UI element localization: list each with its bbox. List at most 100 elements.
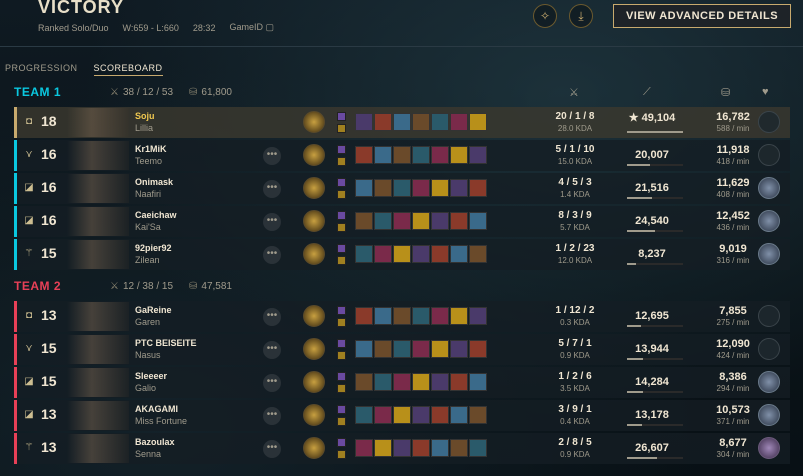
player-name[interactable]: GaReine xyxy=(135,305,172,315)
item-icon[interactable] xyxy=(469,146,487,164)
honor-badge-icon[interactable] xyxy=(758,111,780,133)
item-icon[interactable] xyxy=(450,179,468,197)
item-icon[interactable] xyxy=(355,340,373,358)
more-options-button[interactable]: ••• xyxy=(263,407,281,425)
item-icon[interactable] xyxy=(469,113,487,131)
item-icon[interactable] xyxy=(431,113,449,131)
download-icon[interactable]: ⤓ xyxy=(569,4,593,28)
item-icon[interactable] xyxy=(374,146,392,164)
honor-badge-icon[interactable] xyxy=(758,305,780,327)
player-row[interactable]: ⋎ 16 Kr1MiK Teemo ••• 5 / 1 / 10 15.0 KDA 20,00… xyxy=(14,140,790,171)
player-name[interactable]: Onimask xyxy=(135,177,173,187)
item-icon[interactable] xyxy=(431,307,449,325)
tab-scoreboard[interactable]: SCOREBOARD xyxy=(93,63,163,76)
item-icon[interactable] xyxy=(450,373,468,391)
item-icon[interactable] xyxy=(374,406,392,424)
more-options-button[interactable]: ••• xyxy=(263,374,281,392)
item-icon[interactable] xyxy=(412,113,430,131)
player-row[interactable]: ◪ 15 Sleeeer Galio ••• 1 / 2 / 6 3.5 KDA 14,284… xyxy=(14,367,790,398)
item-icon[interactable] xyxy=(412,212,430,230)
item-icon[interactable] xyxy=(355,439,373,457)
more-options-button[interactable]: ••• xyxy=(263,440,281,458)
item-icon[interactable] xyxy=(393,406,411,424)
item-icon[interactable] xyxy=(469,212,487,230)
item-icon[interactable] xyxy=(431,245,449,263)
player-name[interactable]: Sleeeer xyxy=(135,371,167,381)
item-icon[interactable] xyxy=(393,179,411,197)
player-name[interactable]: 92pier92 xyxy=(135,243,172,253)
item-icon[interactable] xyxy=(469,245,487,263)
item-icon[interactable] xyxy=(431,340,449,358)
item-icon[interactable] xyxy=(431,406,449,424)
item-icon[interactable] xyxy=(393,439,411,457)
player-row[interactable]: ⚚ 15 92pier92 Zilean ••• 1 / 2 / 23 12.0 KDA 8,… xyxy=(14,239,790,270)
item-icon[interactable] xyxy=(450,212,468,230)
item-icon[interactable] xyxy=(412,245,430,263)
item-icon[interactable] xyxy=(374,245,392,263)
more-options-button[interactable]: ••• xyxy=(263,147,281,165)
item-icon[interactable] xyxy=(412,179,430,197)
item-icon[interactable] xyxy=(393,307,411,325)
game-id-button[interactable]: GameID ▢ xyxy=(229,22,274,33)
item-icon[interactable] xyxy=(374,212,392,230)
item-icon[interactable] xyxy=(393,373,411,391)
item-icon[interactable] xyxy=(469,373,487,391)
replay-icon[interactable]: ✧ xyxy=(533,4,557,28)
item-icon[interactable] xyxy=(393,245,411,263)
item-icon[interactable] xyxy=(374,113,392,131)
item-icon[interactable] xyxy=(412,406,430,424)
item-icon[interactable] xyxy=(450,439,468,457)
item-icon[interactable] xyxy=(355,212,373,230)
item-icon[interactable] xyxy=(355,113,373,131)
player-row[interactable]: ◘ 13 GaReine Garen ••• 1 / 12 / 2 0.3 KDA 12,69… xyxy=(14,301,790,332)
item-icon[interactable] xyxy=(469,340,487,358)
item-icon[interactable] xyxy=(412,307,430,325)
honor-badge-icon[interactable] xyxy=(758,243,780,265)
player-name[interactable]: Kr1MiK xyxy=(135,144,167,154)
honor-badge-icon[interactable] xyxy=(758,338,780,360)
item-icon[interactable] xyxy=(355,146,373,164)
item-icon[interactable] xyxy=(393,113,411,131)
item-icon[interactable] xyxy=(450,307,468,325)
item-icon[interactable] xyxy=(431,146,449,164)
item-icon[interactable] xyxy=(374,179,392,197)
honor-badge-icon[interactable] xyxy=(758,371,780,393)
item-icon[interactable] xyxy=(374,340,392,358)
player-row[interactable]: ◪ 13 AKAGAMI Miss Fortune ••• 3 / 9 / 1 0.4 KD… xyxy=(14,400,790,431)
player-name[interactable]: Bazoulax xyxy=(135,437,175,447)
honor-badge-icon[interactable] xyxy=(758,177,780,199)
item-icon[interactable] xyxy=(355,373,373,391)
item-icon[interactable] xyxy=(412,439,430,457)
player-row[interactable]: ◪ 16 Onimask Naafiri ••• 4 / 5 / 3 1.4 KDA 21,5… xyxy=(14,173,790,204)
item-icon[interactable] xyxy=(450,406,468,424)
player-row[interactable]: ⋎ 15 PTC BEISEITE Nasus ••• 5 / 7 / 1 0.9 KDA 1… xyxy=(14,334,790,365)
player-name[interactable]: Caeichaw xyxy=(135,210,177,220)
item-icon[interactable] xyxy=(450,146,468,164)
item-icon[interactable] xyxy=(374,373,392,391)
item-icon[interactable] xyxy=(431,439,449,457)
item-icon[interactable] xyxy=(393,212,411,230)
item-icon[interactable] xyxy=(469,439,487,457)
more-options-button[interactable]: ••• xyxy=(263,213,281,231)
player-name[interactable]: PTC BEISEITE xyxy=(135,338,197,348)
item-icon[interactable] xyxy=(412,373,430,391)
item-icon[interactable] xyxy=(374,307,392,325)
item-icon[interactable] xyxy=(469,179,487,197)
tab-progression[interactable]: PROGRESSION xyxy=(5,63,78,76)
item-icon[interactable] xyxy=(431,179,449,197)
item-icon[interactable] xyxy=(412,340,430,358)
player-row[interactable]: ◪ 16 Caeichaw Kai'Sa ••• 8 / 3 / 9 5.7 KDA 24,5… xyxy=(14,206,790,237)
item-icon[interactable] xyxy=(355,245,373,263)
player-name[interactable]: AKAGAMI xyxy=(135,404,178,414)
item-icon[interactable] xyxy=(355,307,373,325)
honor-badge-icon[interactable] xyxy=(758,210,780,232)
item-icon[interactable] xyxy=(355,179,373,197)
item-icon[interactable] xyxy=(412,146,430,164)
more-options-button[interactable]: ••• xyxy=(263,308,281,326)
item-icon[interactable] xyxy=(393,340,411,358)
honor-badge-icon[interactable] xyxy=(758,404,780,426)
view-advanced-details-button[interactable]: VIEW ADVANCED DETAILS xyxy=(613,4,791,28)
item-icon[interactable] xyxy=(431,212,449,230)
item-icon[interactable] xyxy=(393,146,411,164)
player-row[interactable]: ⚚ 13 Bazoulax Senna ••• 2 / 8 / 5 0.9 KDA 26,60… xyxy=(14,433,790,464)
